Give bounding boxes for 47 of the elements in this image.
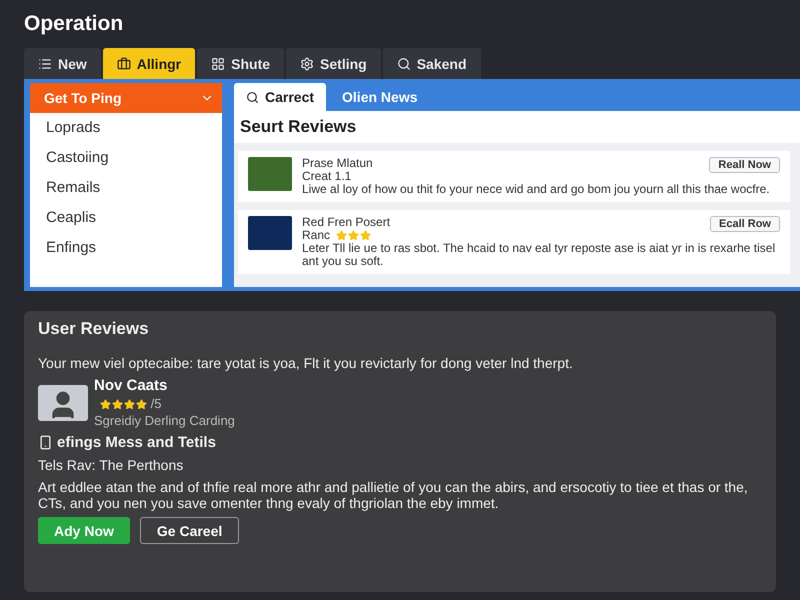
menu-item[interactable]: Loprads [30,113,222,143]
nav-tab[interactable]: New [24,48,101,79]
star-icon [100,399,111,410]
star-icon [124,399,135,410]
grid-icon [211,56,226,70]
nav-tab[interactable]: Setling [286,48,381,79]
search-icon [396,56,411,70]
briefcase-icon [116,56,131,70]
sub-tab[interactable]: Olien News [330,83,430,111]
review-meta: Ranc [302,228,330,242]
sub-tab[interactable]: Carrect [234,83,326,111]
intro-text: Your mew viel optecaibe: tare yotat is yoa, Flt it you revictarly for dong veter lnd therpt. [38,355,574,371]
user-name: Nov Caats [94,377,168,394]
card-title: User Reviews [38,319,150,339]
star-icon [360,230,372,242]
star-icon [348,230,360,242]
app-title: Operation [24,12,124,36]
photo-placeholder [248,157,292,191]
section-title: Seurt Reviews [234,111,800,143]
menu-item[interactable]: Castoiing [30,143,222,173]
rating-text: /5 [150,396,162,411]
nav-tab[interactable]: Allingr [102,48,196,79]
star-icon [136,399,147,410]
feature-text: Art eddlee atan the and of thfie real more athr and pallietie of you can the abirs, and ersocotiy to tiee et thas or the, CTs, and you nen you save omenter thng evaly of thgriolan the eby immet. [38,479,749,511]
action-button[interactable]: Ge Careel [140,517,240,544]
settings-icon [300,56,314,70]
read-button[interactable]: Ecall Row [710,216,780,232]
read-button[interactable]: Reall Now [709,157,780,173]
review-meta: Creat 1.1 [302,169,352,183]
feature-subtitle: Tels Rav: The Perthons [38,457,184,473]
review-name: Red Fren Posert [302,216,390,229]
star-icon [112,399,123,410]
feature-title: efings Mess and Tetils [57,434,216,451]
star-icon [336,230,348,242]
menu-item[interactable]: Ceaplis [30,203,222,233]
review-name: Prase Mlatun [302,157,373,170]
list-icon [38,56,52,70]
review-text: Liwe al loy of how ou thit fo your nece wid and ard go bom jou yourn all this thae wocfre. [302,183,771,196]
user-role: Sgreidiy Derling Carding [94,413,235,428]
search-icon [246,90,259,104]
nav-tab[interactable]: Sakend [382,48,481,79]
nav-tab[interactable]: Shute [197,48,284,79]
photo-placeholder [248,216,292,250]
review-text: Leter Tll lie ue to ras sbot. The hcaid to nav eal tyr reposte ase is aiat yr in is rexarhe tisel ant you su soft. [302,242,776,268]
menu-item[interactable]: Remails [30,173,222,203]
menu-item[interactable]: Enfings [30,233,222,263]
phone-icon [38,435,53,450]
